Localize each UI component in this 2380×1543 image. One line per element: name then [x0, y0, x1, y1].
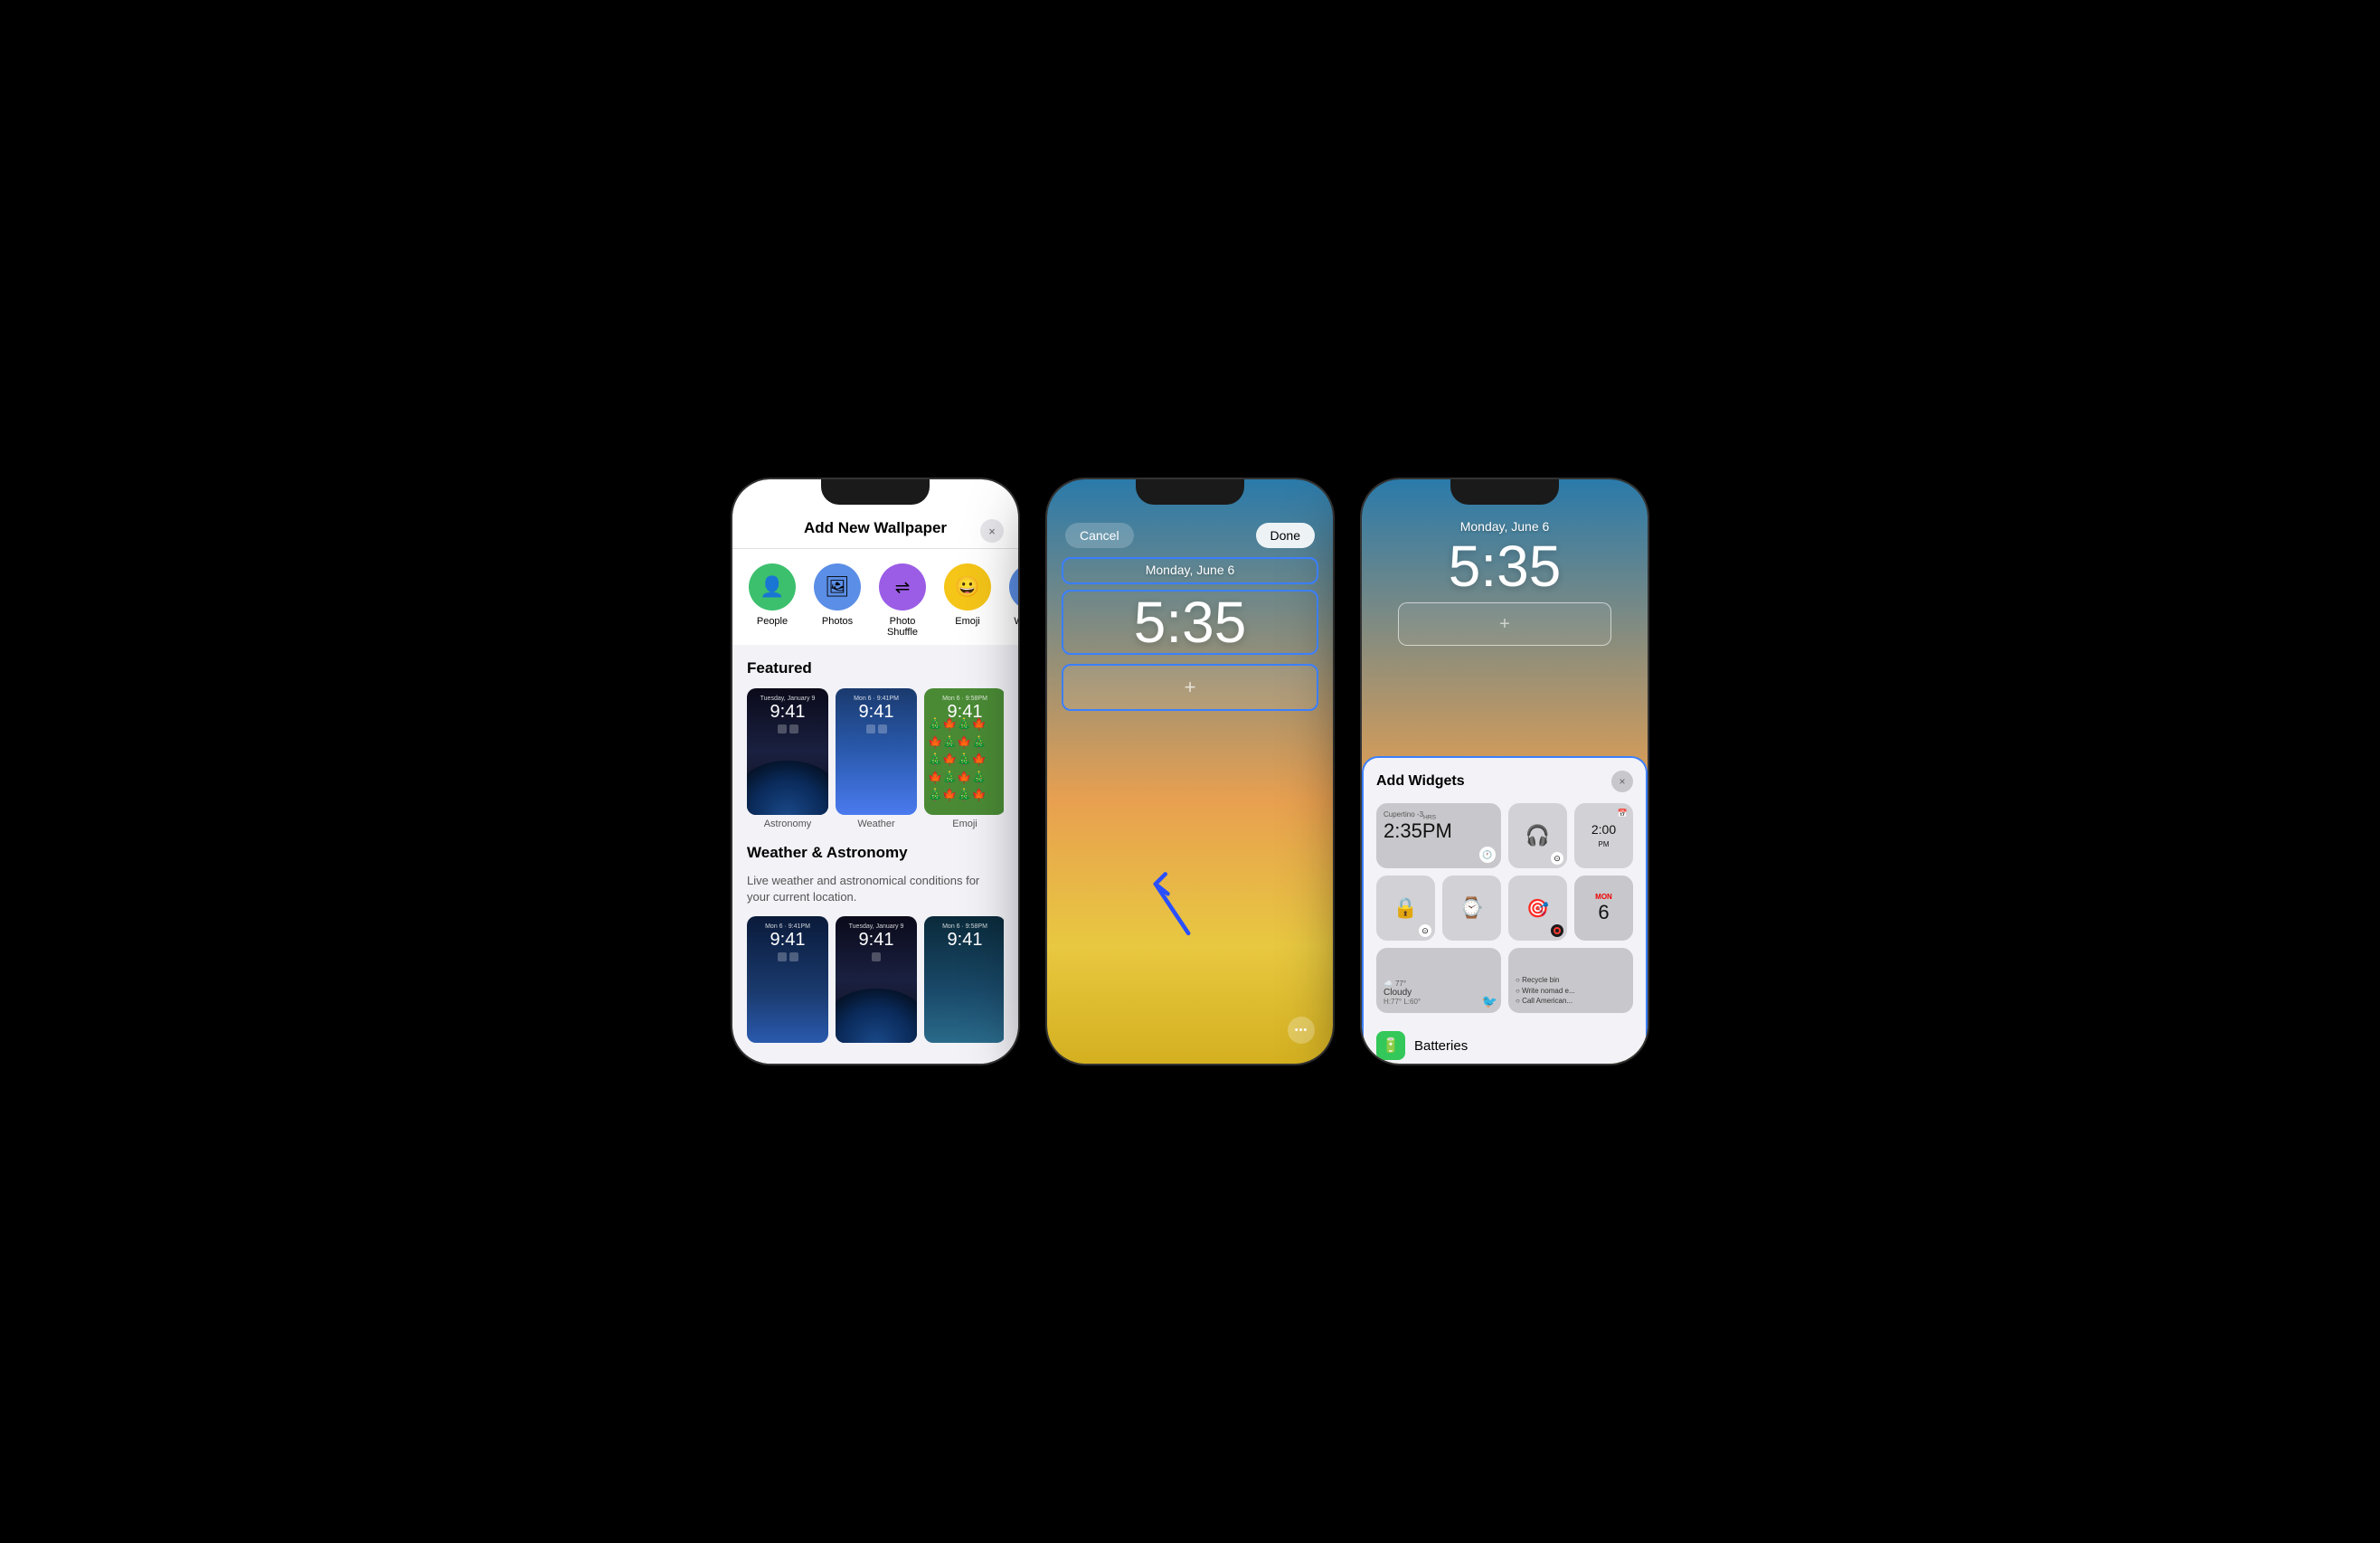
batteries-icon: 🔋 [1376, 1031, 1405, 1060]
list-item[interactable]: Mon 6 · 9:41PM 9:41 [747, 916, 828, 1043]
widget-add-area[interactable]: + [1062, 664, 1318, 711]
type-photo-shuffle[interactable]: ⇌ Photo Shuffle [877, 563, 928, 638]
p3-time-text: 5:35 [1380, 537, 1629, 595]
photos-icon: 🖼 [814, 563, 861, 611]
type-emoji[interactable]: 😀 Emoji [942, 563, 993, 638]
phone3-top: Monday, June 6 5:35 + [1362, 479, 1648, 655]
people-label: People [757, 616, 788, 627]
p3-plus-icon: + [1499, 614, 1510, 635]
p3-widget-area[interactable]: + [1398, 602, 1611, 646]
list-item[interactable]: Mon 6 · 9:41PM 9:41 Weather [836, 688, 917, 829]
list-item[interactable]: 🎄🍁🎄🍁🍁🎄🍁🎄🎄🍁🎄🍁🍁🎄🍁🎄🎄🍁🎄🍁 Mon 6 · 9:58PM 9:41… [924, 688, 1004, 829]
list-item[interactable]: Tuesday, January 9 9:41 [836, 916, 917, 1043]
list-item[interactable]: Mon 6 · 9:58PM 9:41 [924, 916, 1004, 1043]
activity-widget[interactable]: 🎯 [1508, 876, 1567, 941]
activity-dot [1551, 924, 1563, 937]
weather-overlay: Mon 6 · 9:41PM 9:41 [836, 688, 917, 815]
add-widgets-panel: Add Widgets × Cupertino -3HRS 2:35PM 🕐 🎧… [1362, 756, 1648, 1064]
phone-1: Add New Wallpaper × 👤 People 🖼 Photos ⇌ … [731, 478, 1020, 1065]
type-weather[interactable]: ⛅ Weather [1007, 563, 1018, 638]
home-clock-icon: ⊙ [1419, 924, 1431, 937]
home-widget[interactable]: 🔒 ⊙ [1376, 876, 1435, 941]
weather-bird-icon: 🐦 [1482, 994, 1497, 1009]
phone2-screen: Cancel Done Monday, June 6 5:35 + [1047, 479, 1333, 1064]
app-list: 🔋 Batteries 📅 Calendar [1376, 1024, 1633, 1064]
batteries-row[interactable]: 🔋 Batteries [1376, 1024, 1633, 1064]
watch-widget[interactable]: ⌚ [1442, 876, 1501, 941]
wallpaper-body: Featured Tuesday, January 9 9:41 [732, 645, 1018, 1064]
emoji-thumb[interactable]: 🎄🍁🎄🍁🍁🎄🍁🎄🎄🍁🎄🍁🍁🎄🍁🎄🎄🍁🎄🍁 Mon 6 · 9:58PM 9:41 [924, 688, 1004, 815]
wallpaper-header: Add New Wallpaper × [732, 479, 1018, 549]
add-widgets-close-button[interactable]: × [1611, 771, 1633, 792]
three-dots-button[interactable]: ••• [1288, 1017, 1315, 1044]
widgets-grid: Cupertino -3HRS 2:35PM 🕐 🎧 ⊙ 2:00PM 📅 [1376, 803, 1633, 1013]
clock-icon: 🕐 [1479, 847, 1496, 863]
phone1-screen: Add New Wallpaper × 👤 People 🖼 Photos ⇌ … [732, 479, 1018, 1064]
wallpaper-types-row: 👤 People 🖼 Photos ⇌ Photo Shuffle 😀 Emoj… [732, 549, 1018, 645]
cancel-button[interactable]: Cancel [1065, 523, 1134, 548]
phone-2: Cancel Done Monday, June 6 5:35 + [1045, 478, 1335, 1065]
weather-label: Weather [1014, 616, 1018, 627]
date-area[interactable]: Monday, June 6 [1062, 557, 1318, 584]
phone3-screen: Monday, June 6 5:35 + Add Widgets × Cupe… [1362, 479, 1648, 1064]
list-item[interactable]: Tuesday, January 9 9:41 Astronomy [747, 688, 828, 829]
astronomy-thumb[interactable]: Tuesday, January 9 9:41 [747, 688, 828, 815]
time-area[interactable]: 5:35 [1062, 590, 1318, 655]
lockscreen-topbar: Cancel Done [1047, 479, 1333, 557]
plus-icon: + [1185, 676, 1196, 699]
date-text: Monday, June 6 [1146, 563, 1235, 577]
featured-grid: Tuesday, January 9 9:41 Astronomy [747, 688, 1004, 829]
type-people[interactable]: 👤 People [747, 563, 798, 638]
weather-small-widget[interactable]: ☁️ 77° Cloudy H:77° L:60° 🐦 [1376, 948, 1501, 1013]
photos-label: Photos [822, 616, 853, 627]
emoji-overlay: Mon 6 · 9:58PM 9:41 [924, 688, 1004, 815]
add-widgets-header: Add Widgets × [1376, 771, 1633, 792]
emoji-icon: 😀 [944, 563, 991, 611]
airpods-clock-icon: ⊙ [1551, 852, 1563, 865]
featured-section-title: Featured [747, 659, 1004, 677]
weather-feat-label: Weather [836, 819, 917, 829]
earth-graphic [747, 761, 828, 815]
emoji-label: Emoji [955, 616, 980, 627]
done-button[interactable]: Done [1256, 523, 1315, 548]
calendar-small-widget[interactable]: 2:00PM 📅 [1574, 803, 1633, 868]
wallpaper-close-button[interactable]: × [980, 519, 1004, 543]
photo-shuffle-label: Photo Shuffle [879, 616, 926, 638]
weather-icon: ⛅ [1009, 563, 1018, 611]
wallpaper-title: Add New Wallpaper [804, 519, 947, 537]
weather-section-title: Weather & Astronomy [747, 844, 1004, 862]
phone-3: Monday, June 6 5:35 + Add Widgets × Cupe… [1360, 478, 1649, 1065]
astronomy-label: Astronomy [747, 819, 828, 829]
people-icon: 👤 [749, 563, 796, 611]
airpods-widget[interactable]: 🎧 ⊙ [1508, 803, 1567, 868]
emoji-feat-label: Emoji [924, 819, 1004, 829]
batteries-label: Batteries [1414, 1038, 1468, 1054]
scene: Add New Wallpaper × 👤 People 🖼 Photos ⇌ … [694, 441, 1686, 1102]
p3-date-text: Monday, June 6 [1380, 519, 1629, 534]
todo-widget[interactable]: Recycle bin Write nomad e... Call Americ… [1508, 948, 1633, 1013]
type-photos[interactable]: 🖼 Photos [812, 563, 863, 638]
weather-section-desc: Live weather and astronomical conditions… [747, 873, 1004, 905]
arrow-indicator [1136, 851, 1208, 946]
weather-widget[interactable]: Cupertino -3HRS 2:35PM 🕐 [1376, 803, 1501, 868]
photo-shuffle-icon: ⇌ [879, 563, 926, 611]
add-widgets-title: Add Widgets [1376, 773, 1465, 790]
weather-grid: Mon 6 · 9:41PM 9:41 Tuesday, January 9 9… [747, 916, 1004, 1043]
time-text: 5:35 [1134, 590, 1247, 655]
calendar-mon-widget[interactable]: MON 6 [1574, 876, 1633, 941]
weather-thumb[interactable]: Mon 6 · 9:41PM 9:41 [836, 688, 917, 815]
